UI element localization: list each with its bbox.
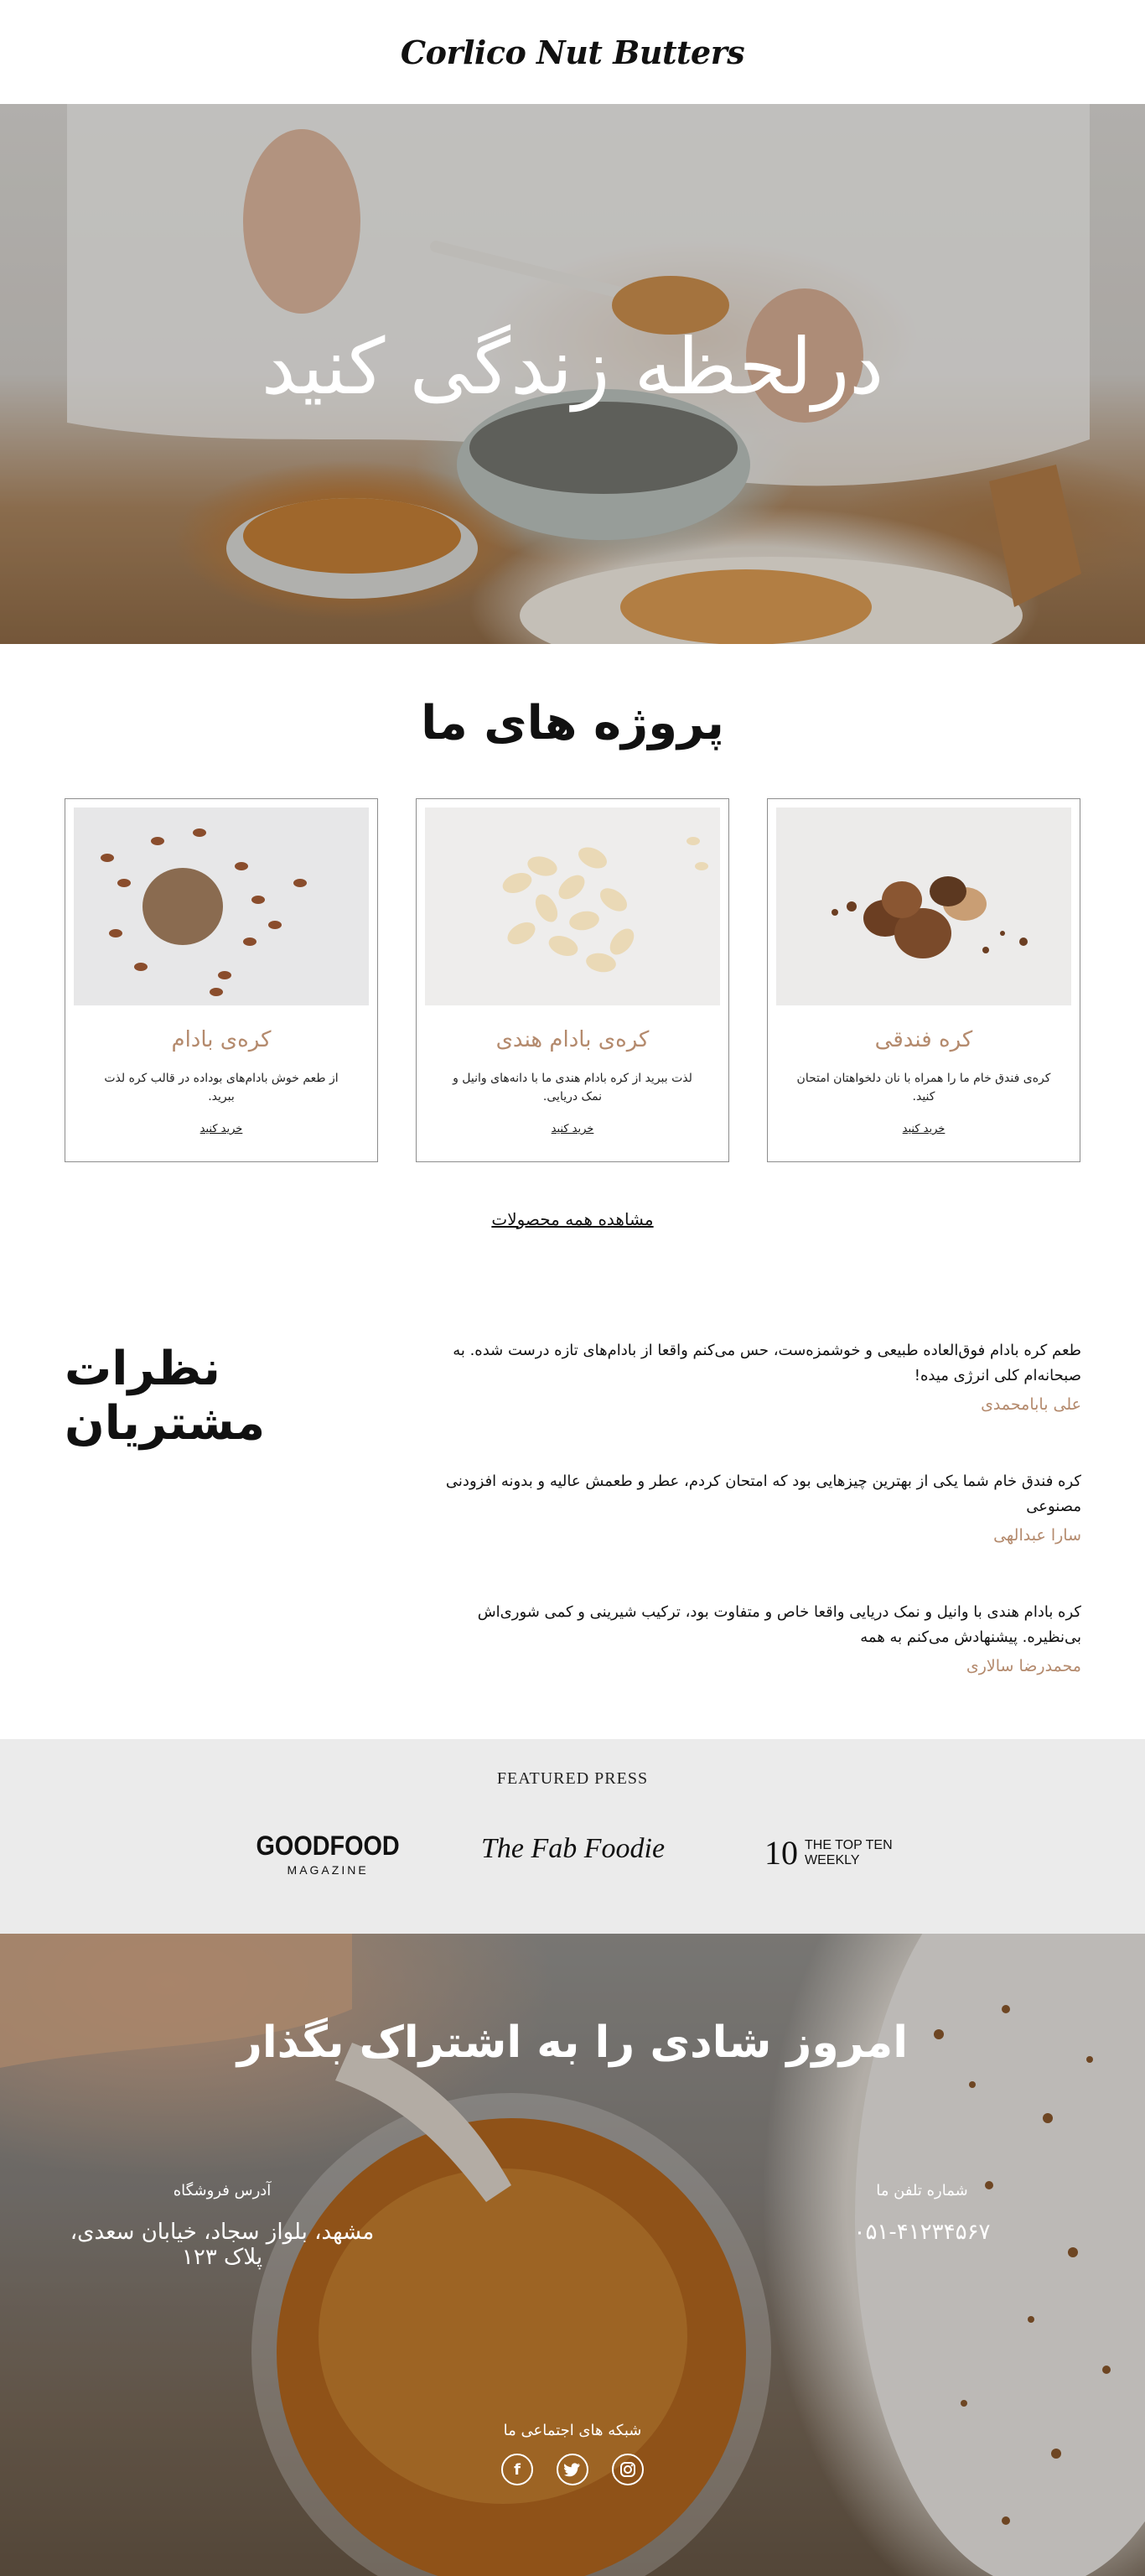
address-block: آدرس فروشگاه مشهد، بلواز سجاد، خیابان سع… <box>59 2182 386 2270</box>
testimonial-item: کره فندق خام شما یکی از بهترین چیزهایی ب… <box>436 1469 1081 1545</box>
product-image-hazelnut <box>776 808 1071 1005</box>
footer-title: امروز شادی را به اشتراک بگذار <box>236 2018 909 2068</box>
product-card-almond[interactable]: کره‌ی بادام از طعم خوش بادام‌های بوداده … <box>65 798 378 1162</box>
testimonial-item: طعم کره بادام فوق‌العاده طبیعی و خوشمزه‌… <box>436 1338 1081 1414</box>
view-all-products-link[interactable]: مشاهده همه محصولات <box>0 1209 1145 1229</box>
phone-label: شماره تلفن ما <box>876 2182 968 2199</box>
social-links: f <box>0 2454 1145 2485</box>
featured-press-title: FEATURED PRESS <box>496 1769 649 1788</box>
testimonial-quote: کره بادام هندی با وانیل و نمک دریایی واق… <box>477 1603 1081 1646</box>
featured-press-section: FEATURED PRESS GOODFOOD MAGAZINE The Fab… <box>0 1739 1145 1934</box>
goodfood-logo: GOODFOOD MAGAZINE <box>248 1831 407 1877</box>
testimonial-quote: طعم کره بادام فوق‌العاده طبیعی و خوشمزه‌… <box>453 1342 1081 1384</box>
product-image-cashew <box>425 808 720 1005</box>
address-label: آدرس فروشگاه <box>173 2182 272 2199</box>
top-ten-weekly-logo: 10 THE TOP TEN WEEKLY <box>764 1836 893 1870</box>
top-ten-line-1: THE TOP TEN <box>805 1838 893 1852</box>
site-header: Corlico Nut Butters <box>0 0 1145 104</box>
product-description: لذت ببرید از کره بادام هندی ما با دانه‌ه… <box>453 1072 692 1104</box>
testimonial-quote: کره فندق خام شما یکی از بهترین چیزهایی ب… <box>445 1472 1081 1515</box>
brand-logo[interactable]: Corlico Nut Butters <box>401 34 745 71</box>
testimonial-author: محمدرضا سالاری <box>966 1657 1081 1675</box>
product-description: کره‌ی فندق خام ما را همراه با نان دلخواه… <box>796 1072 1051 1104</box>
product-description: از طعم خوش بادام‌های بوداده در قالب کره … <box>104 1072 339 1104</box>
product-name: کره‌ی بادام <box>171 1027 272 1052</box>
product-image-almond <box>74 808 369 1005</box>
facebook-icon[interactable]: f <box>501 2454 533 2485</box>
top-ten-logo-number: 10 <box>764 1834 798 1872</box>
address-text: مشهد، بلواز سجاد، خیابان سعدی، پلاک ۱۲۳ <box>70 2220 375 2270</box>
hero-title: درلحظه زندگی کنید <box>261 322 884 412</box>
product-name: کره‌ی بادام هندی <box>495 1027 650 1052</box>
product-card-hazelnut[interactable]: کره فندقی کره‌ی فندق خام ما را همراه با … <box>767 798 1080 1162</box>
phone-number[interactable]: ۰۵۱-۴۱۲۳۴۵۶۷ <box>838 2220 1006 2245</box>
goodfood-logo-sub: MAGAZINE <box>287 1863 369 1877</box>
shop-now-link[interactable]: خرید کنید <box>65 1123 377 1135</box>
phone-block: شماره تلفن ما ۰۵۱-۴۱۲۳۴۵۶۷ <box>838 2182 1006 2245</box>
instagram-icon[interactable] <box>612 2454 644 2485</box>
twitter-icon[interactable] <box>557 2454 588 2485</box>
site-footer: امروز شادی را به اشتراک بگذار شماره تلفن… <box>0 1934 1145 2576</box>
testimonial-author: سارا عبدالهی <box>993 1526 1081 1545</box>
testimonial-item: کره بادام هندی با وانیل و نمک دریایی واق… <box>436 1600 1081 1675</box>
shop-now-link[interactable]: خرید کنید <box>417 1123 728 1135</box>
top-ten-logo-text: THE TOP TEN WEEKLY <box>805 1838 893 1868</box>
hero-section: درلحظه زندگی کنید <box>0 104 1145 644</box>
product-name: کره فندقی <box>874 1027 973 1052</box>
goodfood-logo-name: GOODFOOD <box>256 1831 400 1861</box>
product-list: کره فندقی کره‌ی فندق خام ما را همراه با … <box>65 798 1080 1162</box>
testimonial-author: علی بابامحمدی <box>981 1395 1081 1414</box>
products-title: پروژه های ما <box>421 696 724 750</box>
shop-now-link[interactable]: خرید کنید <box>768 1123 1080 1135</box>
social-label: شبکه های اجتماعی ما <box>503 2422 642 2439</box>
product-card-cashew[interactable]: کره‌ی بادام هندی لذت ببرید از کره بادام … <box>416 798 729 1162</box>
testimonials-title: نظرات مشتریان <box>65 1342 266 1451</box>
top-ten-line-2: WEEKLY <box>805 1853 860 1867</box>
fab-foodie-logo: The Fab Foodie <box>481 1833 666 1864</box>
